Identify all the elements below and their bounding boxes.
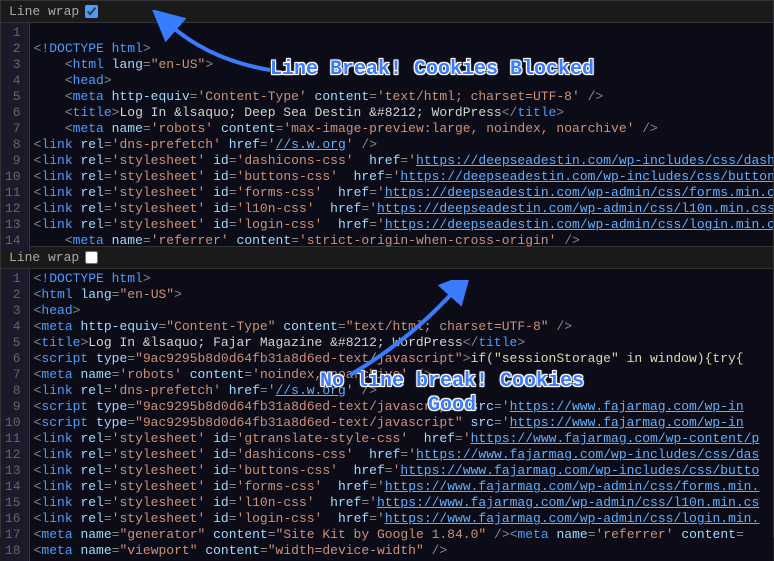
line-number: 12 (5, 447, 21, 463)
line-number: 5 (5, 335, 21, 351)
line-number: 18 (5, 543, 21, 559)
code-line[interactable]: <title>Log In &lsaquo; Deep Sea Destin &… (34, 105, 769, 121)
code-line[interactable]: <meta name="viewport" content="width=dev… (34, 543, 769, 559)
code-line[interactable]: <head> (34, 73, 769, 89)
code-line[interactable]: <link rel='stylesheet' id='dashicons-css… (34, 153, 769, 169)
line-number: 5 (5, 89, 21, 105)
line-wrap-checkbox-bottom[interactable] (85, 251, 98, 264)
line-number: 1 (5, 25, 21, 41)
code-line[interactable]: <link rel='stylesheet' id='forms-css' hr… (34, 185, 769, 201)
line-wrap-checkbox-top[interactable] (85, 5, 98, 18)
line-number: 1 (5, 271, 21, 287)
code-content-bottom[interactable]: <!DOCTYPE html><html lang="en-US"><head>… (30, 269, 773, 561)
line-number: 16 (5, 511, 21, 527)
panel-header-top: Line wrap (1, 1, 773, 23)
line-number: 13 (5, 463, 21, 479)
code-area-bottom: 123456789101112131415161718 <!DOCTYPE ht… (1, 269, 773, 561)
code-line[interactable]: <link rel='stylesheet' id='buttons-css' … (34, 463, 769, 479)
line-number: 14 (5, 233, 21, 249)
code-line[interactable]: <link rel='stylesheet' id='forms-css' hr… (34, 479, 769, 495)
line-number: 2 (5, 41, 21, 57)
line-number: 8 (5, 383, 21, 399)
code-line[interactable]: <meta http-equiv="Content-Type" content=… (34, 319, 769, 335)
code-line[interactable]: <meta name='robots' content='max-image-p… (34, 121, 769, 137)
code-line[interactable]: <link rel='stylesheet' id='l10n-css' hre… (34, 201, 769, 217)
code-line[interactable]: <title>Log In &lsaquo; Fajar Magazine &#… (34, 335, 769, 351)
code-line[interactable]: <meta name='referrer' content='strict-or… (34, 233, 769, 249)
code-line[interactable]: <script type="9ac9295b8d0d64fb31a8d6ed-t… (34, 351, 769, 367)
code-line[interactable]: <link rel='stylesheet' id='buttons-css' … (34, 169, 769, 185)
line-gutter-bottom: 123456789101112131415161718 (1, 269, 30, 561)
line-number: 4 (5, 73, 21, 89)
code-area-top: 1234567891011121314 <!DOCTYPE html> <htm… (1, 23, 773, 251)
code-line[interactable]: <head> (34, 303, 769, 319)
code-line[interactable]: <link rel='stylesheet' id='login-css' hr… (34, 511, 769, 527)
code-line[interactable]: <link rel='stylesheet' id='dashicons-css… (34, 447, 769, 463)
line-number: 8 (5, 137, 21, 153)
line-number: 10 (5, 415, 21, 431)
line-wrap-label: Line wrap (9, 250, 79, 265)
code-line[interactable]: <meta name='robots' content='noindex, no… (34, 367, 769, 383)
code-panel-bottom: Line wrap 123456789101112131415161718 <!… (0, 246, 774, 538)
line-number: 7 (5, 367, 21, 383)
line-number: 9 (5, 399, 21, 415)
code-line[interactable]: <link rel='stylesheet' id='l10n-css' hre… (34, 495, 769, 511)
code-line[interactable]: <html lang="en-US"> (34, 287, 769, 303)
line-number: 10 (5, 169, 21, 185)
line-number: 17 (5, 527, 21, 543)
code-line[interactable]: <link rel='dns-prefetch' href='//s.w.org… (34, 137, 769, 153)
line-number: 4 (5, 319, 21, 335)
line-number: 14 (5, 479, 21, 495)
code-line[interactable]: <link rel='dns-prefetch' href='//s.w.org… (34, 383, 769, 399)
code-line[interactable]: <!DOCTYPE html> (34, 271, 769, 287)
line-number: 3 (5, 303, 21, 319)
line-number: 13 (5, 217, 21, 233)
line-number: 9 (5, 153, 21, 169)
line-number: 6 (5, 105, 21, 121)
code-line[interactable]: <meta name="generator" content="Site Kit… (34, 527, 769, 543)
code-line[interactable]: <meta http-equiv='Content-Type' content=… (34, 89, 769, 105)
code-line[interactable]: <!DOCTYPE html> (34, 41, 769, 57)
code-content-top[interactable]: <!DOCTYPE html> <html lang="en-US"> <hea… (30, 23, 773, 251)
code-line[interactable]: <link rel='stylesheet' id='gtranslate-st… (34, 431, 769, 447)
line-wrap-label: Line wrap (9, 4, 79, 19)
code-line[interactable]: <script type="9ac9295b8d0d64fb31a8d6ed-t… (34, 399, 769, 415)
line-gutter-top: 1234567891011121314 (1, 23, 30, 251)
code-line[interactable]: <script type="9ac9295b8d0d64fb31a8d6ed-t… (34, 415, 769, 431)
line-number: 3 (5, 57, 21, 73)
line-number: 15 (5, 495, 21, 511)
line-number: 2 (5, 287, 21, 303)
code-line[interactable] (34, 25, 769, 41)
line-number: 6 (5, 351, 21, 367)
code-line[interactable]: <html lang="en-US"> (34, 57, 769, 73)
code-panel-top: Line wrap 1234567891011121314 <!DOCTYPE … (0, 0, 774, 246)
line-number: 11 (5, 431, 21, 447)
line-number: 11 (5, 185, 21, 201)
line-number: 7 (5, 121, 21, 137)
code-line[interactable]: <link rel='stylesheet' id='login-css' hr… (34, 217, 769, 233)
line-number: 12 (5, 201, 21, 217)
